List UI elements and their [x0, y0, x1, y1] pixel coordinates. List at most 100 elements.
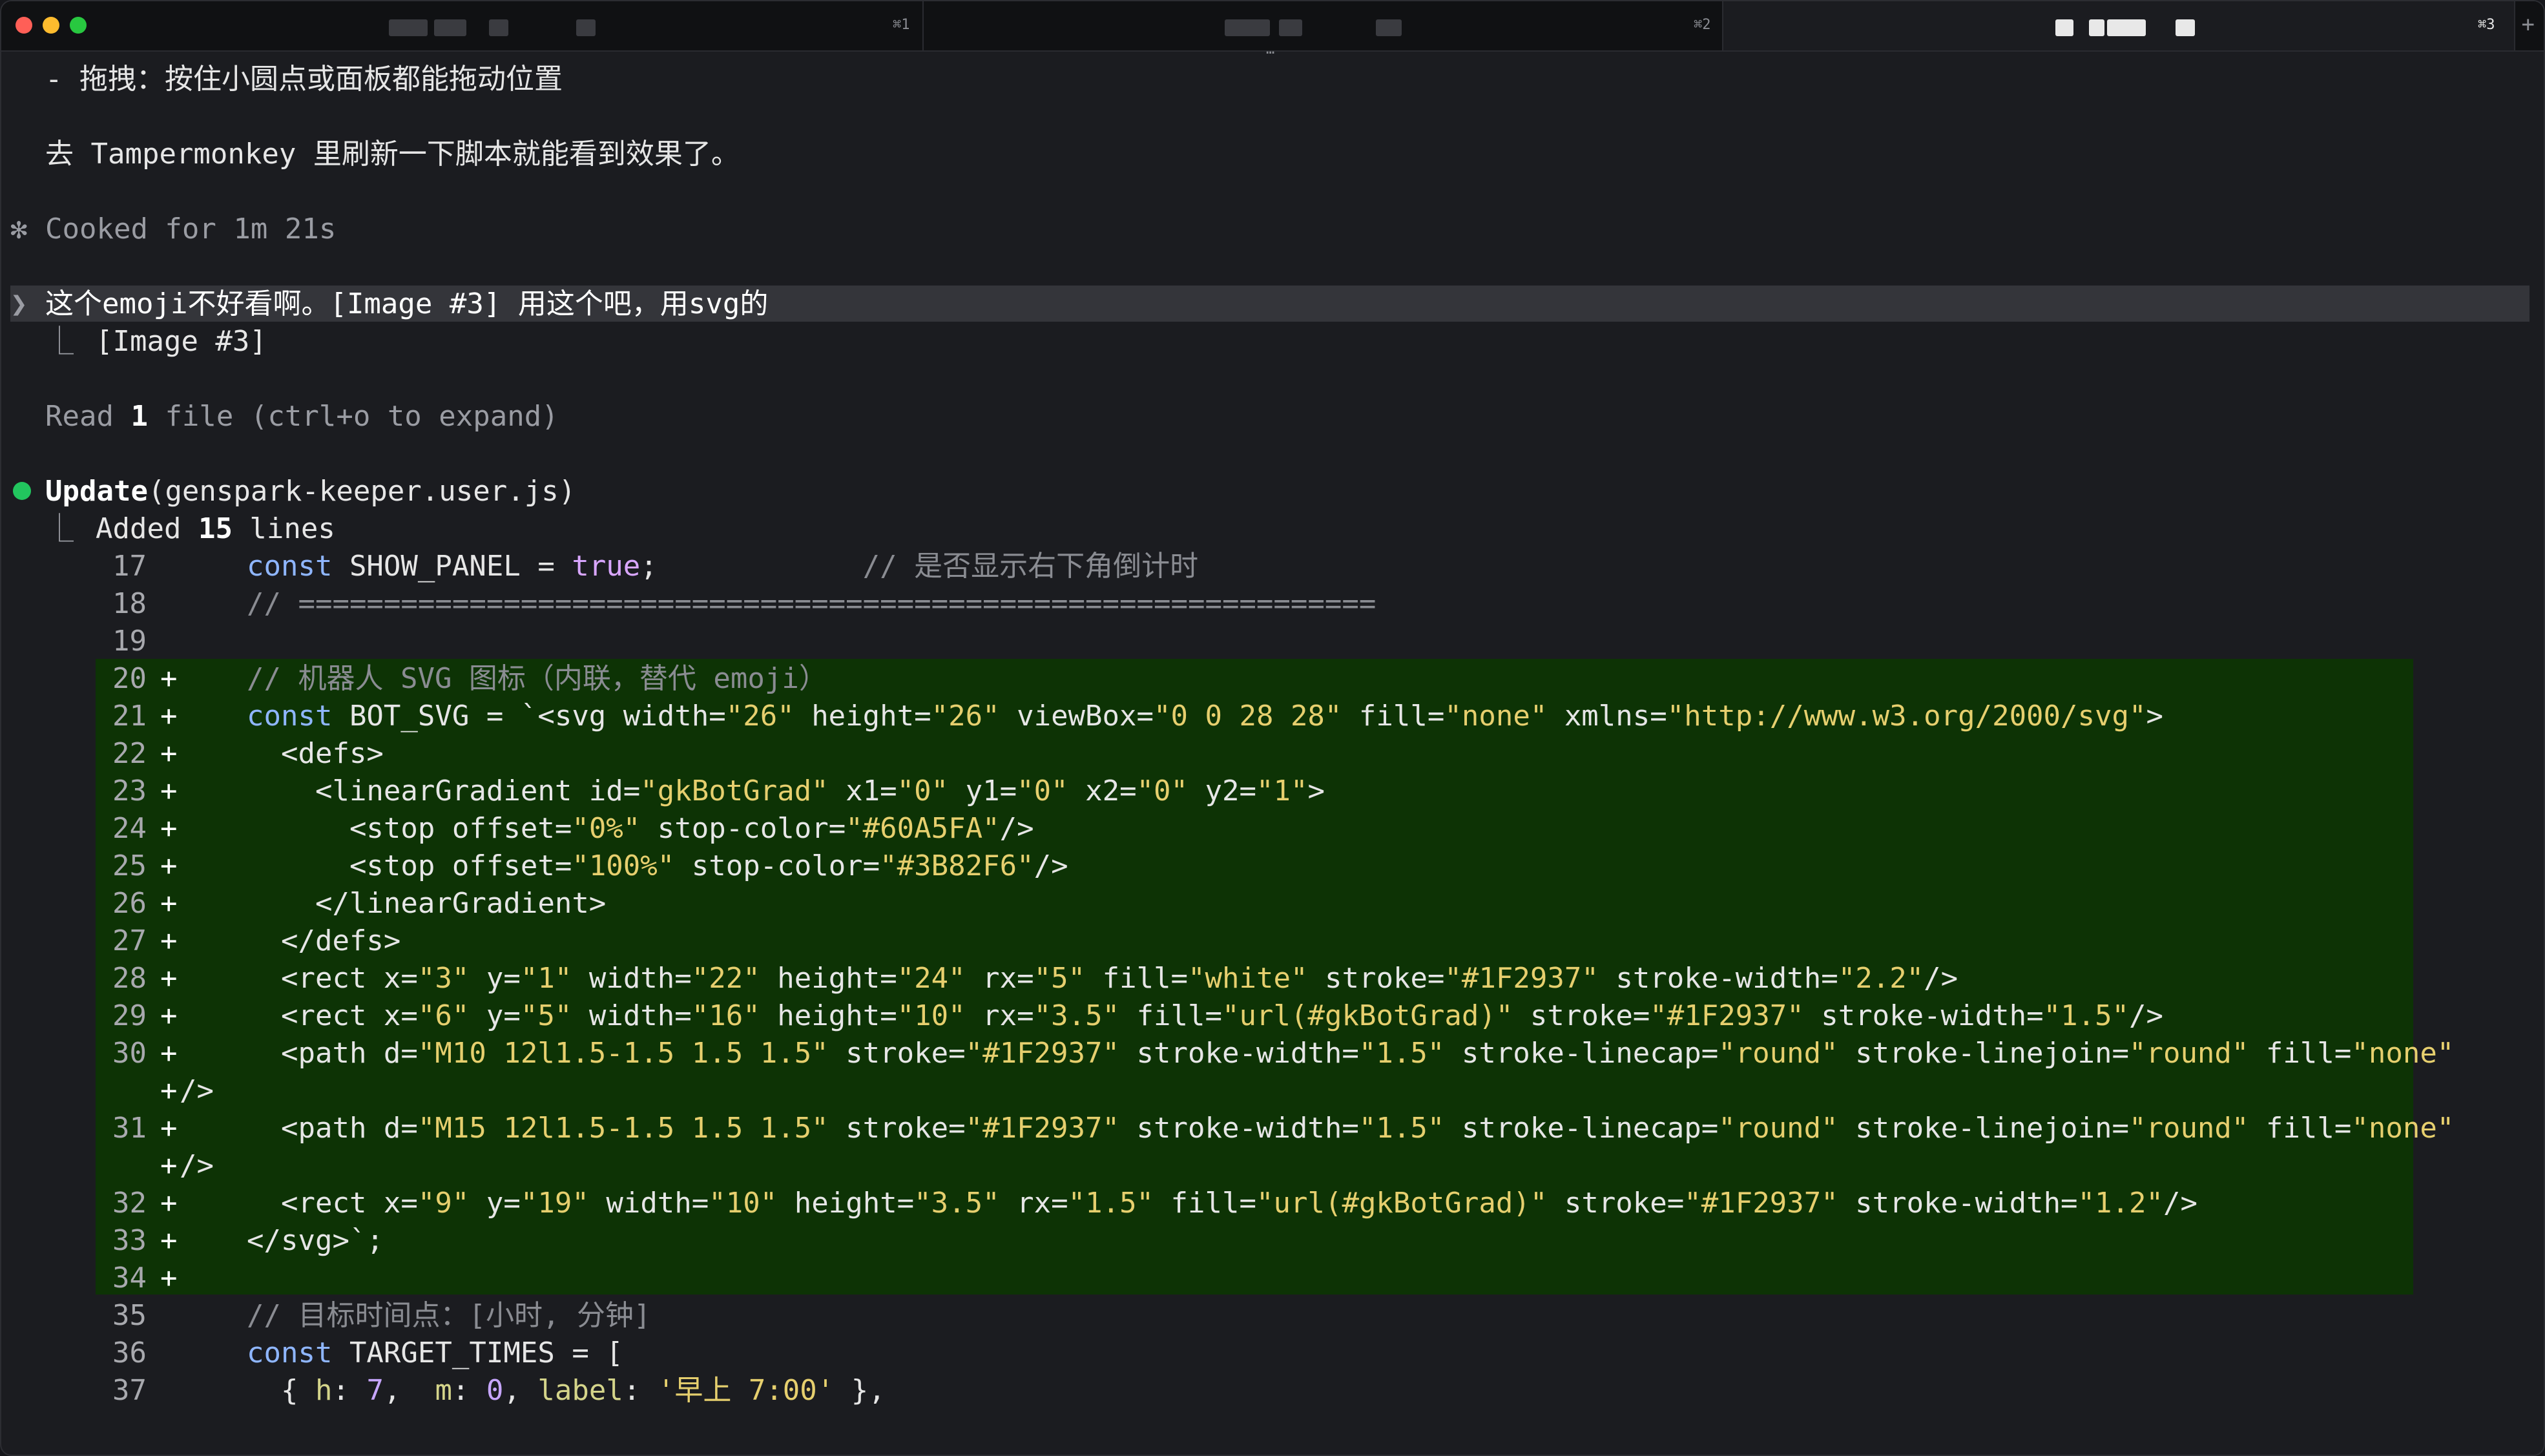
added-count: 15 [198, 512, 233, 545]
code-text: </svg>`; [247, 1224, 384, 1257]
code-text: { h: 7, m: 0, label: '早上 7:00' }, [247, 1374, 886, 1407]
code-line: 17 const SHOW_PANEL = true; // 是否显示右下角倒计时 [1, 548, 2520, 585]
code-line: 37 { h: 7, m: 0, label: '早上 7:00' }, [1, 1372, 2520, 1409]
diff-marker: + [160, 662, 178, 695]
code-text: // =====================================… [247, 587, 1376, 620]
read-suffix: file (ctrl+o to expand) [147, 400, 559, 433]
diff-marker: + [160, 1224, 178, 1257]
code-line: +/> [1, 1147, 2520, 1185]
read-status: Read 1 file (ctrl+o to expand) [45, 398, 559, 435]
branch-icon: ⎿ [45, 512, 74, 545]
diff-marker: + [160, 1149, 178, 1182]
tab-title-redacted [489, 19, 508, 36]
code-text: const TARGET_TIMES = [ [247, 1336, 623, 1369]
code-text: const SHOW_PANEL = true; // 是否显示右下角倒计时 [247, 550, 1199, 583]
diff-marker: + [160, 700, 178, 733]
code-text: <path d="M15 12l1.5-1.5 1.5 1.5" stroke=… [247, 1112, 2455, 1145]
code-line: 18 // ===================================… [1, 585, 2520, 623]
tab-title-redacted [2176, 19, 2195, 36]
code-line: 36 const TARGET_TIMES = [ [1, 1335, 2520, 1372]
cooked-icon: ✻ [10, 213, 28, 245]
terminal-window: ⌘1 ⌘2 ⌘3 + … - 拖拽：按住小圆点或面板都能拖动位置 去 Tampe… [0, 0, 2545, 1456]
tab-title-redacted [2089, 19, 2104, 36]
diff-marker: + [160, 924, 178, 957]
tab-2[interactable]: ⌘2 [924, 1, 1723, 50]
tab-title-redacted [1376, 19, 1402, 36]
line-number: 29 [112, 999, 147, 1032]
new-tab-button[interactable]: + [2522, 12, 2535, 37]
code-text: <stop offset="0%" stop-color="#60A5FA"/> [247, 812, 1034, 845]
diff-marker: + [160, 999, 178, 1032]
added-status: Added 15 lines [96, 510, 335, 548]
code-text: // 目标时间点：[小时, 分钟] [247, 1299, 651, 1332]
line-number: 25 [112, 849, 147, 882]
code-line: 23 + <linearGradient id="gkBotGrad" x1="0… [1, 773, 2520, 810]
line-number: 37 [112, 1374, 147, 1407]
code-text: /> [180, 1149, 214, 1182]
line-number: 28 [112, 962, 147, 995]
code-text: <rect x="6" y="5" width="16" height="10"… [247, 999, 2164, 1032]
tab-3[interactable]: ⌘3 [1723, 1, 2515, 50]
drag-tip: - 拖拽：按住小圆点或面板都能拖动位置 [45, 63, 563, 96]
code-text: const BOT_SVG = `<svg width="26" height=… [247, 700, 2163, 733]
line-number: 17 [112, 550, 147, 583]
code-text: <rect x="9" y="19" width="10" height="3.… [247, 1187, 2197, 1220]
code-text: <rect x="3" y="1" width="22" height="24"… [247, 962, 1958, 995]
code-line: 25 + <stop offset="100%" stop-color="#3B8… [1, 848, 2520, 885]
code-line: 26 + </linearGradient> [1, 885, 2520, 922]
code-text: <stop offset="100%" stop-color="#3B82F6"… [247, 849, 1068, 882]
line-number: 23 [112, 775, 147, 807]
refresh-tip: 去 Tampermonkey 里刷新一下脚本就能看到效果了。 [45, 138, 740, 171]
close-button[interactable] [16, 17, 32, 34]
tab-shortcut: ⌘3 [2478, 17, 2495, 33]
update-status: Update(genspark-keeper.user.js) [45, 473, 576, 510]
line-number: 21 [112, 700, 147, 733]
tab-title-redacted [1279, 19, 1302, 36]
user-prompt: 这个emoji不好看啊。[Image #3] 用这个吧，用svg的 [45, 287, 769, 320]
tab-title-redacted [2055, 19, 2073, 36]
tab-title-redacted [1225, 19, 1270, 36]
code-line: 29 + <rect x="6" y="5" width="16" height=… [1, 997, 2520, 1035]
code-text: /> [180, 1074, 214, 1107]
added-prefix: Added [96, 512, 198, 545]
code-line: 30 + <path d="M10 12l1.5-1.5 1.5 1.5" str… [1, 1035, 2520, 1072]
diff-marker: + [160, 962, 178, 995]
line-number: 35 [112, 1299, 147, 1332]
image-ref[interactable]: [Image #3] [96, 323, 267, 360]
minimize-button[interactable] [43, 17, 59, 34]
diff-marker: + [160, 1037, 178, 1070]
line-number: 18 [112, 587, 147, 620]
code-line: 33 + </svg>`; [1, 1222, 2520, 1260]
tab-1[interactable]: ⌘1 [98, 1, 924, 50]
line-number: 22 [112, 737, 147, 770]
diff-marker: + [160, 737, 178, 770]
line-number: 26 [112, 887, 147, 920]
diff-marker: + [160, 775, 178, 807]
branch-icon: ⎿ [45, 325, 74, 358]
code-line: 35 // 目标时间点：[小时, 分钟] [1, 1297, 2520, 1335]
diff-marker: + [160, 849, 178, 882]
code-line: 21 + const BOT_SVG = `<svg width="26" heig… [1, 698, 2520, 735]
tab-shortcut: ⌘2 [1694, 17, 1711, 33]
tab-title-redacted [576, 19, 596, 36]
status-dot [13, 482, 31, 500]
code-line: 22 + <defs> [1, 735, 2520, 773]
line-number: 19 [112, 625, 147, 658]
update-file: (genspark-keeper.user.js) [147, 475, 576, 508]
code-line: +/> [1, 1072, 2520, 1110]
update-label: Update [45, 475, 148, 508]
prompt-icon: ❯ [10, 287, 28, 320]
line-number: 32 [112, 1187, 147, 1220]
added-suffix: lines [232, 512, 335, 545]
overflow-indicator: … [1266, 41, 1275, 57]
diff-marker: + [160, 1187, 178, 1220]
tab-shortcut: ⌘1 [893, 17, 910, 33]
line-number: 33 [112, 1224, 147, 1257]
code-line: 31 + <path d="M15 12l1.5-1.5 1.5 1.5" str… [1, 1110, 2520, 1147]
line-number: 30 [112, 1037, 147, 1070]
code-text: // 机器人 SVG 图标（内联，替代 emoji） [247, 662, 827, 695]
diff-marker: + [160, 1112, 178, 1145]
zoom-button[interactable] [70, 17, 87, 34]
line-number: 34 [112, 1262, 147, 1295]
line-number: 27 [112, 924, 147, 957]
